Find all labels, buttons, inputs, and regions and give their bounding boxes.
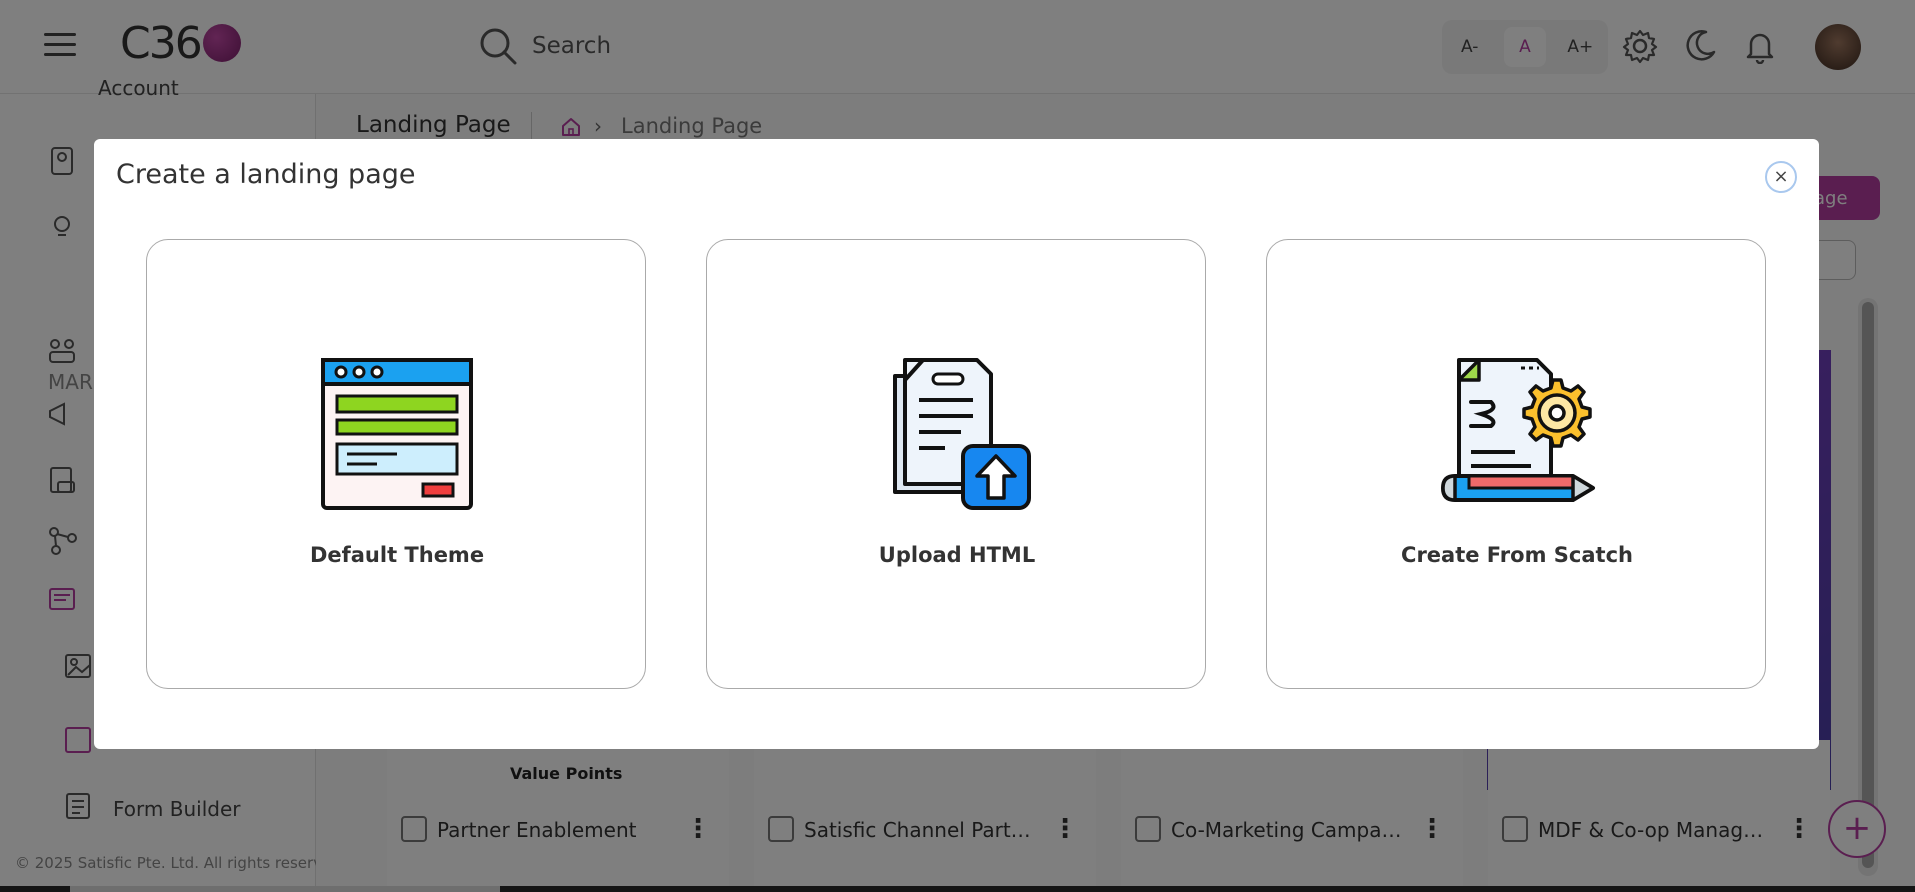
option-label: Create From Scatch bbox=[1401, 543, 1633, 567]
document-gear-pencil-icon bbox=[1441, 358, 1595, 502]
close-icon[interactable]: × bbox=[1765, 161, 1797, 193]
option-default-theme[interactable]: Default Theme bbox=[146, 239, 646, 689]
option-label: Default Theme bbox=[309, 543, 485, 567]
modal-title: Create a landing page bbox=[116, 159, 416, 190]
option-label: Upload HTML bbox=[878, 543, 1036, 567]
option-upload-html[interactable]: Upload HTML bbox=[706, 239, 1206, 689]
document-upload-icon bbox=[893, 358, 1031, 510]
create-landing-page-modal: Create a landing page × Default Theme Up… bbox=[94, 139, 1819, 749]
option-create-from-scratch[interactable]: Create From Scatch bbox=[1266, 239, 1766, 689]
browser-window-icon bbox=[321, 358, 473, 510]
